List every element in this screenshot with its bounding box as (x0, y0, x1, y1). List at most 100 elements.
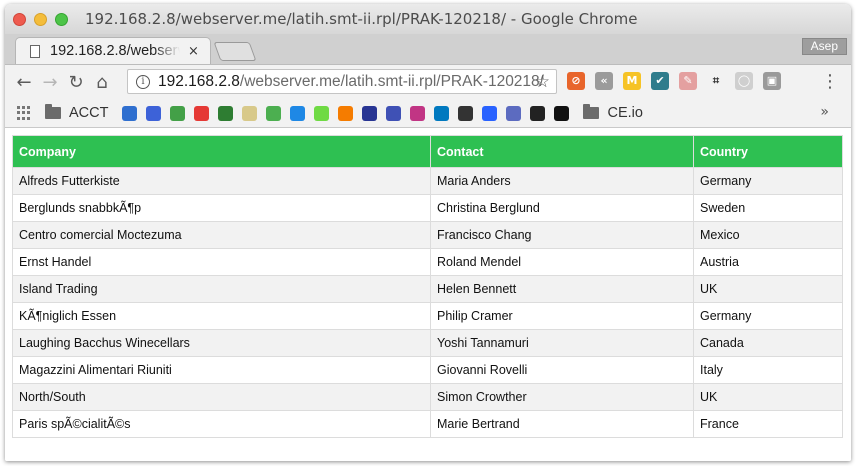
maximize-window-button[interactable] (55, 12, 68, 26)
address-bar[interactable]: i 192.168.2.8/webserver.me/latih.smt-ii.… (127, 69, 557, 94)
bookmarks-bar: ACCT CE.io » (5, 99, 851, 128)
table-row: Alfreds Futterkiste Maria Anders Germany (12, 167, 843, 195)
more-bookmarks-icon[interactable]: » (820, 104, 829, 120)
tab-title: 192.168.2.8/webserver.me/l (50, 43, 180, 59)
country-cell: Italy (693, 356, 843, 384)
camera-icon[interactable]: ▣ (763, 72, 781, 90)
v-bookmark-icon[interactable] (218, 105, 234, 121)
bookmark-folder-acct[interactable]: ACCT (45, 104, 109, 121)
mascot-bookmark-icon[interactable] (506, 105, 522, 121)
column-header-country: Country (693, 135, 843, 168)
instagram-bookmark-icon[interactable] (410, 105, 426, 121)
m-icon[interactable]: M (623, 72, 641, 90)
table-row: Laughing Bacchus Winecellars Yoshi Tannam… (12, 329, 843, 357)
forward-button[interactable]: → (37, 72, 63, 93)
a-bookmark-icon[interactable] (554, 105, 570, 121)
profile-button[interactable]: Asep (801, 38, 847, 55)
company-cell: Island Trading (12, 275, 431, 303)
tab-close-icon[interactable]: × (188, 44, 199, 59)
table-row: Ernst Handel Roland Mendel Austria (12, 248, 843, 276)
country-cell: Austria (693, 248, 843, 276)
quote-icon[interactable]: « (595, 72, 613, 90)
home-button[interactable]: ⌂ (89, 72, 115, 93)
company-cell: Ernst Handel (12, 248, 431, 276)
company-cell: Magazzini Alimentari Riuniti (12, 356, 431, 384)
url-text[interactable]: 192.168.2.8/webserver.me/latih.smt-ii.rp… (158, 73, 544, 91)
contact-cell: Simon Crowther (430, 383, 694, 411)
table-row: North/South Simon Crowther UK (12, 383, 843, 411)
eraser-icon[interactable]: ✎ (679, 72, 697, 90)
check-icon[interactable]: ✔ (651, 72, 669, 90)
table-row: Berglunds snabbkÃ¶p Christina Berglund Swe… (12, 194, 843, 222)
record-bookmark-icon[interactable] (458, 105, 474, 121)
country-cell: UK (693, 383, 843, 411)
bookmark-folder-ceio[interactable]: CE.io (583, 104, 643, 121)
c-bookmark-icon[interactable] (338, 105, 354, 121)
dots-bookmark-icon[interactable] (482, 105, 498, 121)
table-row: Centro comercial Moctezuma Francisco Chan… (12, 221, 843, 249)
browser-window: 192.168.2.8/webserver.me/latih.smt-ii.rp… (5, 4, 851, 461)
url-host: 192.168.2.8 (158, 72, 240, 90)
country-cell: Canada (693, 329, 843, 357)
close-window-button[interactable] (13, 12, 26, 26)
upwork-bookmark-icon[interactable] (314, 105, 330, 121)
company-cell: Alfreds Futterkiste (12, 167, 431, 195)
contact-cell: Maria Anders (430, 167, 694, 195)
ublock-icon[interactable]: ⊘ (567, 72, 585, 90)
column-header-contact: Contact (430, 135, 694, 168)
contact-cell: Christina Berglund (430, 194, 694, 222)
country-cell: UK (693, 275, 843, 303)
extensions-area: ⊘ « M ✔ ✎ ⌗ ◯ ▣ (567, 72, 781, 90)
contact-cell: Marie Bertrand (430, 410, 694, 438)
youtube-bookmark-icon[interactable] (194, 105, 210, 121)
folder-icon (45, 104, 61, 119)
company-cell: Paris spÃ©cialitÃ©s (12, 410, 431, 438)
company-cell: Berglunds snabbkÃ¶p (12, 194, 431, 222)
reload-button[interactable]: ↻ (63, 72, 89, 93)
crop-icon[interactable]: ⌗ (707, 72, 725, 90)
country-cell: Sweden (693, 194, 843, 222)
page-content: Company Contact Country Alfreds Futterki… (5, 128, 851, 461)
spinner-bookmark-icon[interactable] (146, 105, 162, 121)
country-cell: France (693, 410, 843, 438)
table-row: Paris spÃ©cialitÃ©s Marie Bertrand France (12, 410, 843, 438)
globe-bookmark-icon[interactable] (386, 105, 402, 121)
w3-bookmark-icon[interactable] (266, 105, 282, 121)
chrome-bookmark-icon[interactable] (170, 105, 186, 121)
trello-bookmark-icon[interactable] (434, 105, 450, 121)
title-bar: 192.168.2.8/webserver.me/latih.smt-ii.rp… (5, 4, 851, 34)
table-row: KÃ¶niglich Essen Philip Cramer Germany (12, 302, 843, 330)
triangle-bookmark-icon[interactable] (362, 105, 378, 121)
snowflake-bookmark-icon[interactable] (122, 105, 138, 121)
minimize-window-button[interactable] (34, 12, 47, 26)
customers-table: Company Contact Country Alfreds Futterki… (12, 135, 843, 438)
tab-active[interactable]: 192.168.2.8/webserver.me/l × (15, 37, 211, 64)
g-bookmark-icon[interactable] (242, 105, 258, 121)
circle-icon[interactable]: ◯ (735, 72, 753, 90)
table-row: Island Trading Helen Bennett UK (12, 275, 843, 303)
bookmark-folder-label: CE.io (607, 105, 643, 121)
new-tab-button[interactable] (213, 42, 257, 61)
folder-icon (583, 104, 600, 119)
bookmark-icons (122, 105, 570, 121)
apps-icon[interactable] (17, 106, 31, 120)
company-cell: KÃ¶niglich Essen (12, 302, 431, 330)
power-bookmark-icon[interactable] (290, 105, 306, 121)
company-cell: Centro comercial Moctezuma (12, 221, 431, 249)
contact-cell: Giovanni Rovelli (430, 356, 694, 384)
contact-cell: Francisco Chang (430, 221, 694, 249)
company-cell: Laughing Bacchus Winecellars (12, 329, 431, 357)
bookmark-folder-label: ACCT (69, 105, 109, 121)
info-icon[interactable]: i (136, 74, 150, 89)
browser-toolbar: ← → ↻ ⌂ i 192.168.2.8/webserver.me/latih… (5, 65, 851, 99)
window-controls (13, 12, 68, 26)
bookmark-star-icon[interactable]: ☆ (535, 72, 550, 92)
window-title: 192.168.2.8/webserver.me/latih.smt-ii.rp… (85, 10, 638, 28)
contact-cell: Helen Bennett (430, 275, 694, 303)
country-cell: Germany (693, 167, 843, 195)
back-button[interactable]: ← (11, 72, 37, 93)
country-cell: Germany (693, 302, 843, 330)
t-bookmark-icon[interactable] (530, 105, 546, 121)
browser-menu-icon[interactable]: ⋮ (821, 71, 839, 92)
country-cell: Mexico (693, 221, 843, 249)
